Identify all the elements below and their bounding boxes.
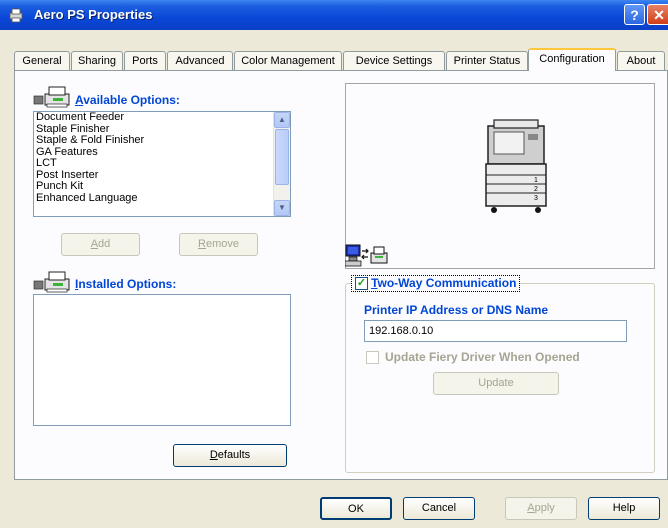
update-button[interactable]: Update [433, 372, 559, 395]
defaults-button[interactable]: Defaults [173, 444, 287, 467]
printer-illustration-icon: 1 2 3 [485, 119, 547, 213]
update-driver-checkbox[interactable] [366, 351, 379, 364]
installed-options-label: Installed Options: [75, 277, 177, 291]
svg-text:2: 2 [534, 186, 538, 193]
two-way-label: Two-Way Communication [371, 276, 517, 290]
close-title-button[interactable]: ✕ [647, 4, 668, 25]
printer-app-icon [9, 8, 23, 23]
list-item[interactable]: Enhanced Language [34, 192, 290, 205]
help-button[interactable]: Help [588, 497, 660, 520]
ok-button[interactable]: OK [320, 497, 392, 520]
cancel-button[interactable]: Cancel [403, 497, 475, 520]
tab-general[interactable]: General [14, 51, 70, 70]
tab-color-management[interactable]: Color Management [234, 51, 342, 70]
list-item[interactable]: GA Features [34, 146, 290, 159]
available-options-list[interactable]: Document Feeder Staple Finisher Staple &… [33, 111, 291, 217]
title-bar[interactable]: Aero PS Properties ? ✕ [0, 0, 668, 30]
printer-installed-icon [33, 271, 70, 293]
two-way-checkbox-row[interactable]: ✓ Two-Way Communication [351, 275, 521, 292]
tab-advanced[interactable]: Advanced [167, 51, 233, 70]
configuration-panel: Available Options: Document Feeder Stapl… [14, 70, 668, 480]
scroll-down-arrow-icon[interactable]: ▼ [274, 200, 290, 216]
window-title: Aero PS Properties [34, 7, 153, 22]
svg-text:3: 3 [534, 195, 538, 202]
properties-window: Aero PS Properties ? ✕ General Sharing P… [0, 0, 668, 528]
list-item[interactable]: Punch Kit [34, 180, 290, 193]
list-item[interactable]: Staple & Fold Finisher [34, 134, 290, 147]
two-way-communication-icon [345, 244, 388, 267]
tab-sharing[interactable]: Sharing [71, 51, 123, 70]
help-title-button[interactable]: ? [624, 4, 645, 25]
installed-options-list[interactable] [33, 294, 291, 426]
scroll-thumb[interactable] [275, 129, 289, 185]
two-way-checkbox[interactable]: ✓ [355, 276, 368, 290]
available-options-label: Available Options: [75, 93, 180, 107]
available-scrollbar[interactable]: ▲ ▼ [273, 112, 290, 216]
printer-ip-input[interactable]: 192.168.0.10 [364, 320, 627, 342]
svg-text:1: 1 [534, 177, 538, 184]
remove-button[interactable]: Remove [179, 233, 258, 256]
list-item[interactable]: Document Feeder [34, 112, 290, 124]
printer-ip-label: Printer IP Address or DNS Name [364, 303, 549, 317]
printer-options-icon [33, 86, 70, 108]
apply-button[interactable]: Apply [505, 497, 577, 520]
tab-printer-status[interactable]: Printer Status [446, 51, 528, 70]
tab-configuration[interactable]: Configuration [528, 48, 616, 71]
tab-device-settings[interactable]: Device Settings [343, 51, 445, 70]
add-button[interactable]: Add [61, 233, 140, 256]
scroll-up-arrow-icon[interactable]: ▲ [274, 112, 290, 128]
list-item[interactable]: LCT [34, 157, 290, 170]
tab-about[interactable]: About [617, 51, 665, 70]
update-driver-label: Update Fiery Driver When Opened [385, 350, 580, 364]
printer-preview: 1 2 3 [345, 83, 655, 269]
tab-ports[interactable]: Ports [124, 51, 166, 70]
